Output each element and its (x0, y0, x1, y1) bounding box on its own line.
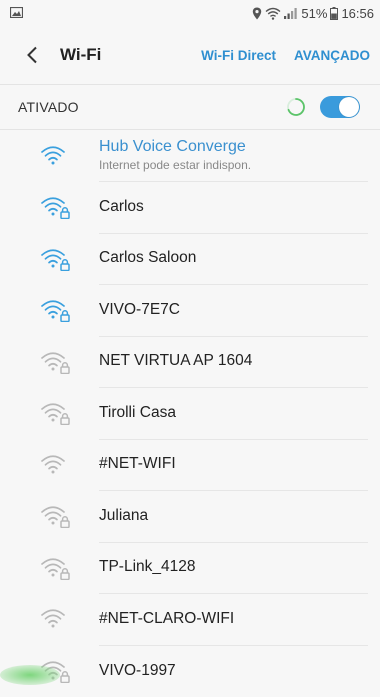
network-text: #NET-WIFI (99, 439, 368, 491)
network-item[interactable]: VIVO-7E7C (0, 285, 380, 337)
touch-ripple (0, 665, 60, 685)
network-text: TP-Link_4128 (99, 542, 368, 594)
status-bar-left (9, 6, 24, 21)
wifi-secured-icon (35, 247, 75, 271)
wifi-open-icon (35, 607, 75, 631)
wifi-secured-icon (35, 556, 75, 580)
app-header: Wi-Fi Wi-Fi Direct AVANÇADO (0, 26, 380, 84)
network-item[interactable]: Carlos Saloon (0, 233, 380, 285)
advanced-button[interactable]: AVANÇADO (294, 48, 370, 63)
back-button[interactable] (18, 41, 46, 69)
network-text: Carlos (99, 181, 368, 234)
network-name: NET VIRTUA AP 1604 (99, 352, 253, 370)
network-text: Carlos Saloon (99, 233, 368, 285)
network-item[interactable]: NET VIRTUA AP 1604 (0, 336, 380, 388)
network-item[interactable]: #NET-CLARO-WIFI (0, 594, 380, 646)
network-text: VIVO-7E7C (99, 284, 368, 337)
network-item[interactable]: #NET-WIFI (0, 439, 380, 491)
network-list: Hub Voice Converge Internet pode estar i… (0, 130, 380, 697)
wifi-open-icon (35, 453, 75, 477)
network-name: #NET-CLARO-WIFI (99, 609, 235, 627)
network-name: VIVO-1997 (99, 661, 176, 679)
network-name: VIVO-7E7C (99, 300, 180, 318)
battery-icon (330, 6, 339, 20)
status-bar-right: 51% 16:56 (252, 6, 374, 21)
page-title: Wi-Fi (60, 45, 102, 64)
wifi-status-label: ATIVADO (18, 99, 79, 115)
wifi-icon (265, 7, 281, 20)
wifi-secured-icon (35, 298, 75, 323)
network-text: Juliana (99, 490, 368, 543)
status-bar: 51% 16:56 (0, 0, 380, 26)
network-item[interactable]: Tirolli Casa (0, 388, 380, 440)
signal-icon (284, 7, 298, 19)
network-item[interactable]: Juliana (0, 491, 380, 543)
network-name: #NET-WIFI (99, 455, 176, 473)
network-item[interactable]: TP-Link_4128 (0, 542, 380, 594)
wifi-direct-button[interactable]: Wi-Fi Direct (201, 48, 276, 63)
wifi-secured-icon (35, 195, 75, 220)
location-icon (252, 7, 262, 20)
network-name: Juliana (99, 506, 149, 524)
chevron-left-icon (27, 46, 37, 64)
network-text: Hub Voice Converge Internet pode estar i… (99, 130, 368, 182)
battery-percent: 51% (301, 5, 328, 21)
scanning-spinner-icon (287, 98, 305, 116)
network-name: Carlos (99, 197, 144, 215)
wifi-secured-icon (35, 504, 75, 529)
network-item[interactable]: Carlos (0, 182, 380, 234)
network-status: Internet pode estar indispon. (99, 158, 252, 173)
network-item[interactable]: Hub Voice Converge Internet pode estar i… (0, 130, 380, 182)
network-name: Tirolli Casa (99, 403, 176, 421)
wifi-secured-icon (35, 401, 75, 426)
network-text: NET VIRTUA AP 1604 (99, 336, 368, 388)
wifi-toggle-row[interactable]: ATIVADO (0, 84, 380, 130)
clock: 16:56 (341, 5, 374, 21)
network-text: #NET-CLARO-WIFI (99, 593, 368, 646)
network-name: TP-Link_4128 (99, 558, 196, 576)
network-name: Carlos Saloon (99, 249, 197, 267)
wifi-secured-icon (35, 350, 75, 374)
toggle-knob (339, 97, 359, 117)
image-icon (9, 6, 24, 21)
wifi-toggle-switch[interactable] (320, 96, 360, 118)
network-text: Tirolli Casa (99, 387, 368, 440)
network-name: Hub Voice Converge (99, 138, 246, 156)
network-text: VIVO-1997 (99, 645, 368, 697)
wifi-open-icon (35, 144, 75, 168)
